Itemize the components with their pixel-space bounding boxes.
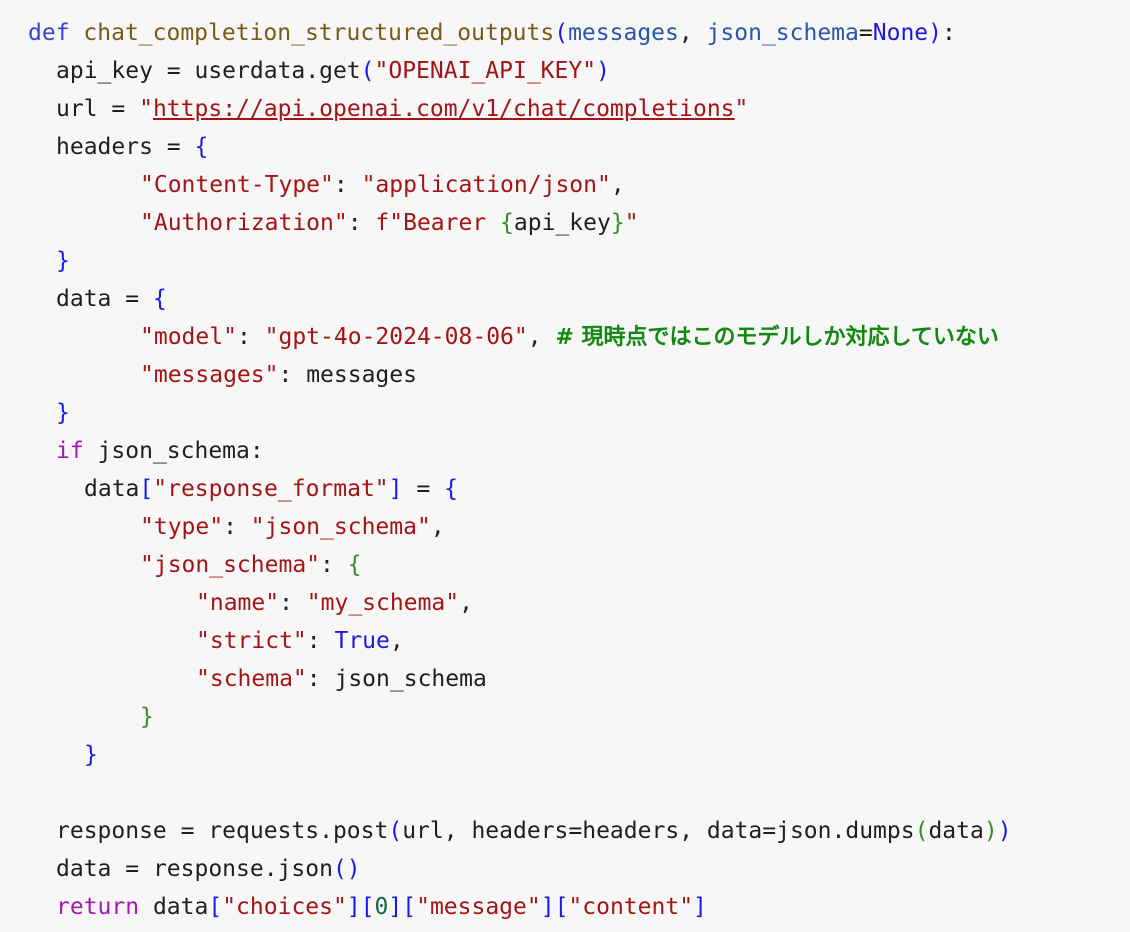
code-line-response-format-close: } (84, 742, 98, 768)
data-var-4: data (152, 894, 209, 920)
data-var: data (56, 286, 112, 312)
requests-post: requests.post (208, 818, 389, 844)
code-line-if: if json_schema: (28, 432, 1130, 470)
code-line-response-format: data["response_format"] = { (84, 476, 458, 502)
post-arg-inner: data (928, 818, 984, 844)
code-line-name: "name": "my_schema", (196, 590, 473, 616)
code-line-json-schema: "json_schema": { (140, 552, 362, 578)
none-value: None (872, 20, 929, 46)
content-type-value: "application/json" (361, 172, 611, 198)
data-var-2: data (84, 476, 140, 502)
return-keyword: return (56, 894, 140, 920)
strict-key: "strict" (196, 628, 307, 654)
if-keyword: if (56, 438, 84, 464)
post-arg-headers: headers=headers (471, 818, 680, 844)
post-arg-data: data=json.dumps (706, 818, 915, 844)
code-line-type: "type": "json_schema", (140, 514, 445, 540)
response-var: response (56, 818, 167, 844)
post-arg-url: url (402, 818, 444, 844)
data-var-3: data (56, 856, 112, 882)
code-line-messages: "messages": messages (140, 362, 417, 388)
content-key: "content" (568, 894, 694, 920)
code-line-def: def chat_completion_structured_outputs(m… (28, 20, 956, 46)
authorization-key: "Authorization" (140, 210, 348, 236)
code-line-headers-close: } (56, 248, 70, 274)
url-link[interactable]: https://api.openai.com/v1/chat/completio… (153, 96, 735, 122)
code-line-data-close: } (56, 400, 70, 426)
code-block: def chat_completion_structured_outputs(m… (0, 0, 1130, 932)
api-key-name: "OPENAI_API_KEY" (374, 58, 597, 84)
url-var: url (56, 96, 98, 122)
code-line-model: "model": "gpt-4o-2024-08-06", # 現時点ではこのモ… (140, 324, 999, 350)
code-line-data-json: data = response.json() (56, 856, 361, 882)
choices-key: "choices" (222, 894, 347, 920)
model-comment: # 現時点ではこのモデルしか対応していない (555, 325, 999, 350)
model-key: "model" (140, 324, 237, 350)
strict-value: True (334, 628, 390, 654)
messages-value: messages (306, 362, 417, 388)
code-line-api-key: api_key = userdata.get("OPENAI_API_KEY") (56, 58, 610, 84)
code-line-schema: "schema": json_schema (196, 666, 487, 692)
schema-key: "schema" (196, 666, 307, 692)
api-key-var: api_key (56, 58, 153, 84)
response-format-key: "response_format" (153, 476, 389, 502)
param-json-schema: json_schema (706, 20, 859, 46)
param-messages: messages (568, 20, 679, 46)
name-value: "my_schema" (306, 590, 460, 616)
headers-var: headers (56, 134, 153, 160)
code-line-authorization: "Authorization": f"Bearer {api_key}" (140, 210, 639, 236)
model-value: "gpt-4o-2024-08-06" (264, 324, 528, 350)
schema-value: json_schema (334, 666, 487, 692)
type-value: "json_schema" (250, 514, 431, 540)
authorization-prefix: f"Bearer (375, 210, 501, 236)
userdata-call: userdata.get (194, 58, 361, 84)
name-key: "name" (196, 590, 280, 616)
code-line-return: return data["choices"][0]["message"]["co… (56, 894, 707, 920)
response-json: response.json (152, 856, 333, 882)
if-condition: json_schema: (97, 438, 264, 464)
code-line-url: url = "https://api.openai.com/v1/chat/co… (56, 96, 749, 122)
code-line-content-type: "Content-Type": "application/json", (140, 172, 625, 198)
code-line-response: response = requests.post(url, headers=he… (56, 818, 1012, 844)
code-line-json-schema-close: } (140, 704, 154, 730)
code-line-headers: headers = { (56, 134, 209, 160)
messages-key: "messages" (140, 362, 279, 388)
message-key: "message" (416, 894, 541, 920)
content-type-key: "Content-Type" (140, 172, 334, 198)
code-line-strict: "strict": True, (196, 628, 404, 654)
function-name: chat_completion_structured_outputs (83, 20, 555, 46)
code-line-data: data = { (56, 286, 167, 312)
type-key: "type" (140, 514, 224, 540)
json-schema-key: "json_schema" (140, 552, 321, 578)
authorization-inner: api_key (513, 210, 611, 236)
def-keyword: def (28, 20, 70, 46)
index-zero: 0 (374, 894, 389, 920)
